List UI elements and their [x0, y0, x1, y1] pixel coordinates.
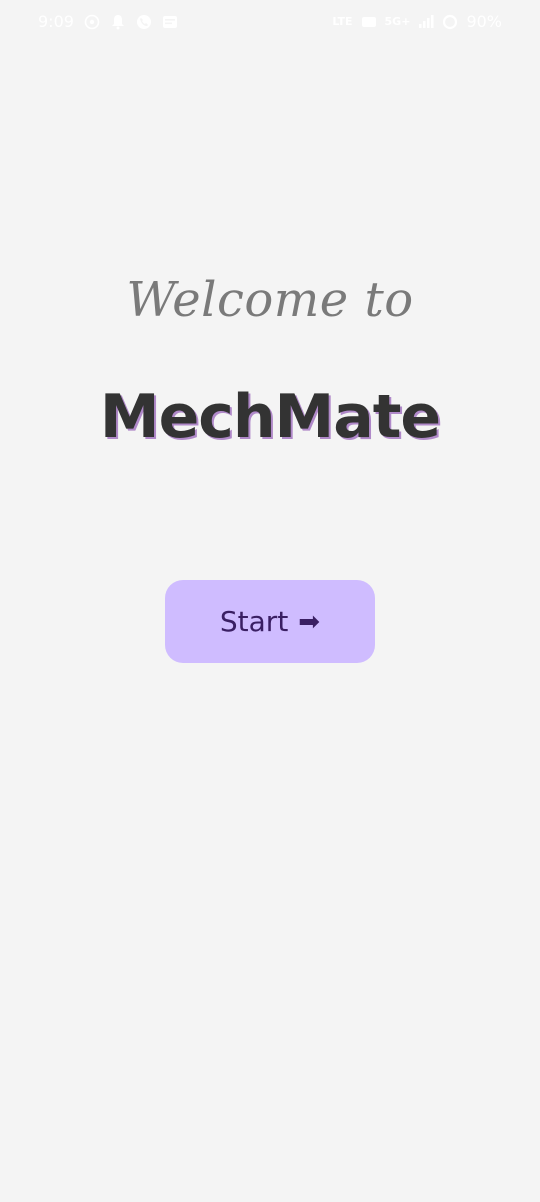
start-button[interactable]: Start ➡ — [165, 580, 375, 663]
clock: 9:09 — [38, 12, 74, 31]
call-icon — [136, 14, 152, 30]
arrow-right-icon: ➡ — [298, 606, 321, 637]
whatsapp-icon — [84, 14, 100, 30]
data-icon — [361, 14, 377, 30]
notification-bell-icon — [110, 14, 126, 30]
network-type: 5G+ — [384, 15, 411, 28]
signal-icon — [418, 14, 434, 30]
start-button-label: Start — [219, 605, 289, 638]
message-icon — [162, 14, 178, 30]
welcome-greeting: Welcome to — [126, 272, 414, 328]
status-bar: 9:09 LTE 5G+ 90% — [0, 0, 540, 44]
battery-percent: 90% — [466, 12, 502, 31]
battery-ring-icon — [442, 14, 458, 30]
lte-icon: LTE — [332, 15, 353, 28]
welcome-screen: 9:09 LTE 5G+ 90% Welcome to MechMate Sta… — [0, 0, 540, 1202]
status-left: 9:09 — [38, 12, 178, 31]
status-right: LTE 5G+ 90% — [332, 12, 502, 31]
app-title: MechMate — [99, 382, 441, 452]
